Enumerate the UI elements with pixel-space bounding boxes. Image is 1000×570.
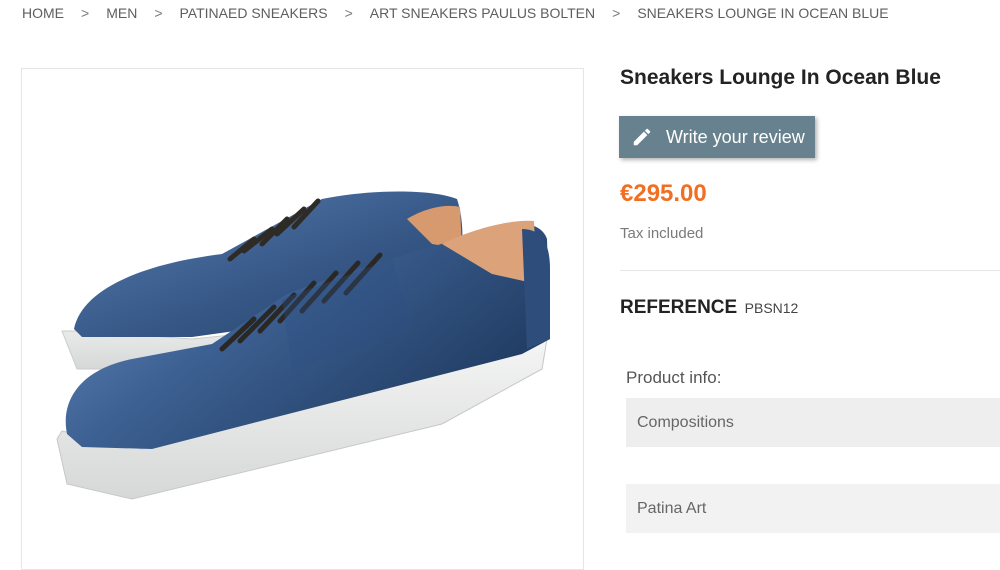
tax-note: Tax included <box>620 225 704 242</box>
product-info-row-label: Patina Art <box>637 499 707 517</box>
breadcrumb-separator: > <box>154 5 163 21</box>
breadcrumb-patinaed-sneakers[interactable]: Patinaed Sneakers <box>180 5 328 21</box>
write-review-label: Write your review <box>666 126 805 147</box>
product-info-row-patina-art[interactable]: Patina Art <box>626 484 1000 533</box>
reference-label: Reference <box>620 297 738 318</box>
breadcrumb-current: Sneakers Lounge in Ocean Blue <box>637 5 889 21</box>
product-title: Sneakers Lounge In Ocean Blue <box>620 66 941 89</box>
product-price: €295.00 <box>620 180 707 207</box>
product-info-row-compositions[interactable]: Compositions <box>626 398 1000 447</box>
product-reference: Reference PBSN12 <box>620 297 798 319</box>
breadcrumb-men[interactable]: Men <box>106 5 137 21</box>
breadcrumb-home[interactable]: Home <box>22 5 64 21</box>
product-image[interactable] <box>21 68 584 570</box>
reference-value: PBSN12 <box>744 300 799 316</box>
breadcrumb-art-sneakers[interactable]: Art sneakers Paulus Bolten <box>370 5 595 21</box>
product-info-title: Product info: <box>626 368 722 387</box>
pencil-icon <box>633 128 651 146</box>
sneakers-illustration <box>56 191 551 500</box>
breadcrumb-separator: > <box>344 5 353 21</box>
product-info-row-label: Compositions <box>637 413 734 431</box>
write-review-button[interactable]: Write your review <box>619 116 815 158</box>
divider <box>620 270 1000 271</box>
breadcrumb-separator: > <box>81 5 90 21</box>
breadcrumb: Home > Men > Patinaed Sneakers > Art sne… <box>22 3 889 23</box>
breadcrumb-separator: > <box>612 5 621 21</box>
